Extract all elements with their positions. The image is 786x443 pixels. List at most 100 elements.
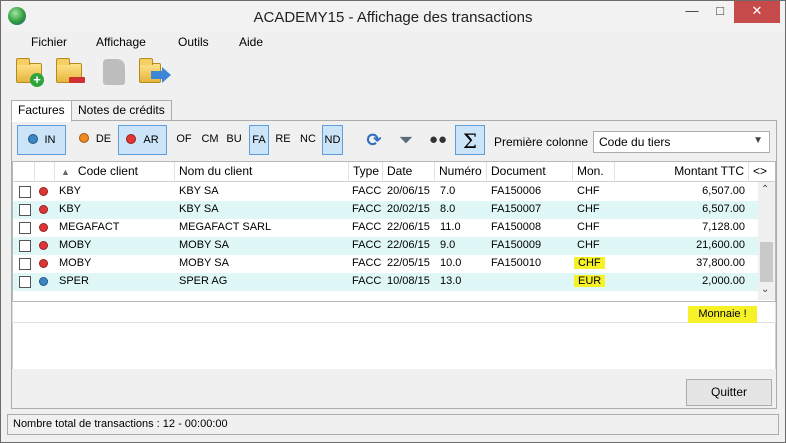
- cell-num: 10.0: [440, 257, 462, 269]
- cell-num: 7.0: [440, 185, 456, 197]
- cell-code: SPER: [59, 275, 89, 287]
- menu-outils[interactable]: Outils: [178, 35, 209, 49]
- menu-fichier[interactable]: Fichier: [31, 35, 67, 49]
- menu-aide[interactable]: Aide: [239, 35, 263, 49]
- header-nom-client[interactable]: Nom du client: [175, 162, 349, 182]
- table-row[interactable]: SPER SPER AG FACC 10/08/15 13.0 EUR 2,000.00: [13, 273, 758, 291]
- filter-fa[interactable]: FA: [249, 125, 269, 155]
- header-column-chooser[interactable]: <>: [749, 162, 775, 182]
- cell-name: MEGAFACT SARL: [179, 221, 272, 233]
- status-dot-icon: [39, 187, 48, 196]
- cell-num: 9.0: [440, 239, 456, 251]
- grid-header: ▲ Code client Nom du client Type Date Num…: [13, 162, 775, 182]
- cell-code: KBY: [59, 203, 82, 215]
- cell-name: MOBY SA: [179, 239, 229, 251]
- cell-date: 22/06/15: [387, 239, 430, 251]
- cell-amount: 37,800.00: [696, 257, 745, 269]
- cell-amount: 21,600.00: [696, 239, 745, 251]
- header-check: [13, 162, 35, 182]
- maximize-icon[interactable]: □: [706, 1, 734, 23]
- cell-amount: 2,000.00: [702, 275, 745, 287]
- refresh-icon[interactable]: ⟳: [359, 125, 389, 155]
- tab-notes-de-credits[interactable]: Notes de crédits: [71, 100, 172, 121]
- cell-name: KBY SA: [179, 185, 219, 197]
- filter-re[interactable]: RE: [274, 125, 292, 155]
- table-row[interactable]: KBY KBY SA FACC 20/06/15 7.0 FA150006 CHF 6,507…: [13, 183, 758, 201]
- cell-type: FACC: [352, 275, 382, 287]
- filter-of[interactable]: OF: [175, 125, 193, 155]
- cell-code: KBY: [59, 185, 82, 197]
- vertical-scrollbar[interactable]: ⌃ ⌄: [758, 182, 775, 300]
- menu-affichage[interactable]: Affichage: [96, 35, 146, 49]
- row-checkbox[interactable]: [19, 204, 31, 216]
- filter-de[interactable]: DE: [73, 125, 117, 155]
- cell-name: MOBY SA: [179, 257, 229, 269]
- close-icon[interactable]: ✕: [734, 1, 780, 23]
- remove-folder-icon[interactable]: [53, 55, 87, 89]
- table-row[interactable]: KBY KBY SA FACC 20/02/15 8.0 FA150007 CHF 6,507…: [13, 201, 758, 219]
- cell-type: FACC: [352, 221, 382, 233]
- cell-doc: FA150008: [491, 221, 542, 233]
- cell-num: 11.0: [440, 221, 461, 233]
- row-checkbox[interactable]: [19, 186, 31, 198]
- header-status: [35, 162, 55, 182]
- filter-bu[interactable]: BU: [225, 125, 243, 155]
- scrollbar-thumb[interactable]: [760, 242, 773, 282]
- filter-funnel-icon[interactable]: ⏷: [391, 125, 421, 155]
- binoculars-icon[interactable]: ●●: [423, 125, 453, 155]
- filter-ar[interactable]: AR: [118, 125, 167, 155]
- cell-cur: CHF: [577, 221, 600, 233]
- header-monnaie[interactable]: Mon.: [573, 162, 615, 182]
- header-numero[interactable]: Numéro: [435, 162, 487, 182]
- status-dot-icon: [39, 223, 48, 232]
- chevron-down-icon[interactable]: ⌄: [761, 284, 769, 295]
- row-checkbox[interactable]: [19, 222, 31, 234]
- cell-type: FACC: [352, 239, 382, 251]
- status-dot-icon: [27, 134, 38, 144]
- filter-in[interactable]: IN: [17, 125, 66, 155]
- first-column-select[interactable]: Code du tiers ▼: [593, 131, 770, 153]
- table-row[interactable]: MOBY MOBY SA FACC 22/06/15 9.0 FA150009 CHF 21,…: [13, 237, 758, 255]
- currency-highlight: CHF: [574, 257, 605, 269]
- cell-code: MOBY: [59, 257, 92, 269]
- window-title: ACADEMY15 - Affichage des transactions: [253, 9, 533, 26]
- filter-nd[interactable]: ND: [322, 125, 343, 155]
- sigma-icon[interactable]: Σ: [455, 125, 485, 155]
- export-arrow-icon[interactable]: [137, 55, 171, 89]
- cell-amount: 6,507.00: [702, 203, 745, 215]
- title-bar: ACADEMY15 - Affichage des transactions —…: [1, 1, 785, 31]
- filter-cm[interactable]: CM: [200, 125, 220, 155]
- row-checkbox[interactable]: [19, 276, 31, 288]
- header-type[interactable]: Type: [349, 162, 383, 182]
- cell-doc: FA150010: [491, 257, 542, 269]
- row-checkbox[interactable]: [19, 240, 31, 252]
- tab-factures[interactable]: Factures: [11, 100, 72, 122]
- first-column-label: Première colonne: [494, 135, 589, 149]
- minimize-icon[interactable]: —: [678, 1, 706, 23]
- filter-nc[interactable]: NC: [298, 125, 318, 155]
- chevron-up-icon[interactable]: ⌃: [761, 184, 769, 195]
- header-date[interactable]: Date: [383, 162, 435, 182]
- cell-amount: 7,128.00: [702, 221, 745, 233]
- status-dot-icon: [39, 259, 48, 268]
- table-row[interactable]: MOBY MOBY SA FACC 22/05/15 10.0 FA150010 CHF 37…: [13, 255, 758, 273]
- cell-code: MOBY: [59, 239, 92, 251]
- cell-doc: FA150007: [491, 203, 542, 215]
- add-folder-icon[interactable]: +: [13, 55, 47, 89]
- status-dot-icon: [126, 134, 137, 144]
- currency-annotation: Monnaie !: [688, 306, 757, 323]
- cell-cur: CHF: [577, 203, 600, 215]
- cell-type: FACC: [352, 257, 382, 269]
- header-code-client[interactable]: ▲ Code client: [55, 162, 175, 182]
- quit-button[interactable]: Quitter: [686, 379, 772, 406]
- header-montant[interactable]: Montant TTC: [615, 162, 749, 182]
- currency-highlight: EUR: [574, 275, 606, 287]
- transactions-grid: ▲ Code client Nom du client Type Date Num…: [12, 161, 776, 302]
- summary-strip: [12, 302, 776, 323]
- row-checkbox[interactable]: [19, 258, 31, 270]
- header-document[interactable]: Document: [487, 162, 573, 182]
- sort-asc-icon: ▲: [61, 167, 70, 177]
- table-row[interactable]: MEGAFACT MEGAFACT SARL FACC 22/06/15 11.0 FA1…: [13, 219, 758, 237]
- chevron-down-icon: ▼: [753, 135, 763, 146]
- status-dot-icon: [39, 241, 48, 250]
